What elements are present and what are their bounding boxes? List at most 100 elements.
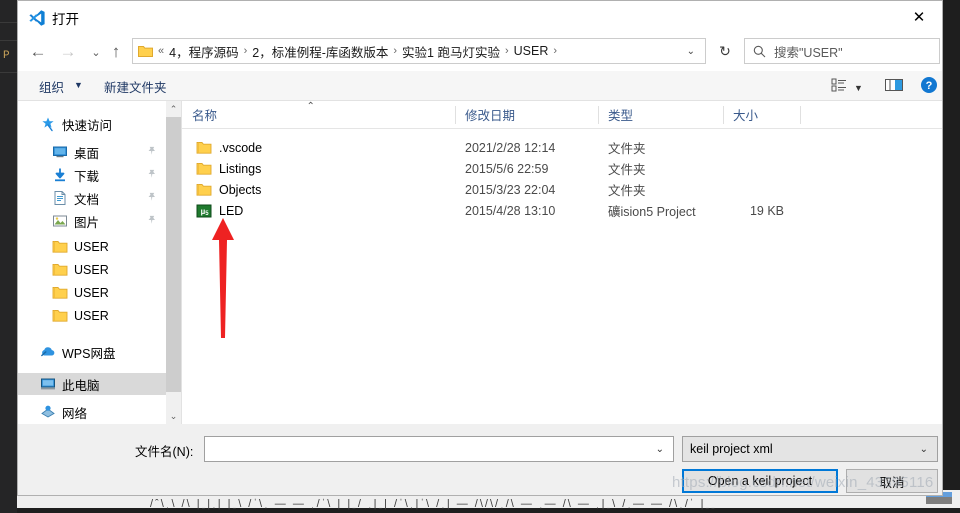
scroll-down-icon[interactable]: ⌄ xyxy=(166,408,181,424)
file-name-cell[interactable]: .vscode xyxy=(182,137,455,158)
forward-icon[interactable]: → xyxy=(54,38,82,66)
chevron-down-icon[interactable]: ▼ xyxy=(854,83,863,93)
dialog-content: 快速访问 桌面 下载 文档 图片 USER USER USER USER WPS网盘 此电脑 网络 ⌃… xyxy=(18,101,942,424)
up-icon[interactable]: ↑ xyxy=(102,38,130,66)
sidebar-item-10[interactable]: 此电脑 xyxy=(18,373,166,395)
table-row[interactable]: Listings 2015/5/6 22:59 文件夹 xyxy=(182,158,942,179)
folder-icon xyxy=(52,308,68,324)
sidebar-item-label: WPS网盘 xyxy=(62,346,116,361)
column-divider[interactable] xyxy=(455,106,456,124)
file-type-cell: 礦ision5 Project xyxy=(608,205,696,219)
file-modified-cell: 2021/2/28 12:14 xyxy=(465,140,556,155)
sidebar-item-9[interactable]: WPS网盘 xyxy=(18,341,166,363)
sidebar-item-label: USER xyxy=(74,286,109,300)
address-bar[interactable]: « 4，程序源码 › 2，标准例程-库函数版本 › 实验1 跑马灯实验 › US… xyxy=(132,38,706,64)
column-divider[interactable] xyxy=(723,106,724,124)
navigation-pane: 快速访问 桌面 下载 文档 图片 USER USER USER USER WPS网盘 此电脑 网络 xyxy=(18,101,166,424)
keil-uvision5-project-icon: µ5 xyxy=(196,203,212,219)
file-modified-cell: 2015/4/28 13:10 xyxy=(465,203,556,218)
breadcrumb-item-1[interactable]: 2，标准例程-库函数版本 xyxy=(252,42,388,61)
file-type-cell: 文件夹 xyxy=(608,163,646,177)
breadcrumb-item-0[interactable]: 4，程序源码 xyxy=(169,42,238,61)
filetype-combobox[interactable]: keil project xml ⌄ xyxy=(682,436,938,462)
sidebar-item-0[interactable]: 快速访问 xyxy=(18,113,166,135)
file-type-cell: 文件夹 xyxy=(608,184,646,198)
column-header-label: 类型 xyxy=(608,109,634,123)
back-icon[interactable]: ← xyxy=(24,38,52,66)
preview-pane-button[interactable] xyxy=(884,76,904,99)
sidebar-item-11[interactable]: 网络 xyxy=(18,401,166,423)
scrollbar-thumb[interactable] xyxy=(166,117,181,392)
dialog-title: 打开 xyxy=(52,12,79,27)
annotation-arrow xyxy=(212,218,234,338)
filetype-value: keil project xml xyxy=(690,442,773,456)
file-list-pane: 名称 ⌃ 修改日期 类型 大小 .vscode 2021/2/28 12:14 文件夹 Lis… xyxy=(182,101,942,424)
help-button[interactable]: ? xyxy=(920,76,938,99)
sidebar-item-4[interactable]: 图片 xyxy=(18,210,166,232)
pin-icon[interactable] xyxy=(146,191,158,203)
column-divider[interactable] xyxy=(800,106,801,124)
sidebar-item-1[interactable]: 桌面 xyxy=(18,141,166,163)
breadcrumb-sep-1: › xyxy=(393,45,398,57)
screen: P /ˆ\ˌ\ /\ |ˍ|ˌ| |ˍ\ /ˈ\ˌ — — ˌ/ˈ\ | |ˍ/… xyxy=(0,0,960,513)
column-header-label: 修改日期 xyxy=(465,109,516,123)
navigation-pane-scrollbar[interactable]: ⌃ ⌄ xyxy=(166,101,181,424)
sidebar-item-5[interactable]: USER xyxy=(18,236,166,258)
column-header-0[interactable]: 名称 xyxy=(182,101,455,128)
scroll-up-icon[interactable]: ⌃ xyxy=(166,101,181,117)
sidebar-item-2[interactable]: 下载 xyxy=(18,164,166,186)
refresh-button[interactable]: ↻ xyxy=(712,38,738,64)
folder-icon xyxy=(196,161,212,177)
sidebar-item-7[interactable]: USER xyxy=(18,282,166,304)
sidebar-item-3[interactable]: 文档 xyxy=(18,187,166,209)
column-header-label: 名称 xyxy=(192,109,218,123)
search-icon xyxy=(753,45,766,58)
column-divider[interactable] xyxy=(598,106,599,124)
new-folder-button[interactable]: 新建文件夹 xyxy=(104,77,167,96)
chevron-down-icon[interactable]: ⌄ xyxy=(656,444,664,455)
column-header-1[interactable]: 修改日期 xyxy=(455,101,598,128)
desktop-icon xyxy=(52,144,68,160)
file-name-label: .vscode xyxy=(219,140,263,155)
table-row[interactable]: Objects 2015/3/23 22:04 文件夹 xyxy=(182,179,942,200)
chevron-down-icon[interactable]: ▼ xyxy=(74,80,83,90)
chevron-down-icon[interactable]: ⌄ xyxy=(920,444,928,455)
pin-icon[interactable] xyxy=(146,145,158,157)
help-icon: ? xyxy=(920,76,938,99)
sidebar-item-label: USER xyxy=(74,309,109,323)
breadcrumb-item-3[interactable]: USER xyxy=(514,44,549,58)
sidebar-item-label: 下载 xyxy=(74,169,100,184)
pin-icon[interactable] xyxy=(146,214,158,226)
search-box[interactable]: 搜索"USER" xyxy=(744,38,940,64)
organize-button[interactable]: 组织 xyxy=(39,77,64,96)
preview-pane-icon xyxy=(884,76,904,99)
file-modified-cell: 2015/3/23 22:04 xyxy=(465,182,556,197)
column-header-label: 大小 xyxy=(733,109,759,123)
sidebar-item-label: 网络 xyxy=(62,406,88,421)
column-header-3[interactable]: 大小 xyxy=(723,101,800,128)
search-input[interactable]: 搜索"USER" xyxy=(774,42,843,61)
sidebar-item-6[interactable]: USER xyxy=(18,259,166,281)
table-row[interactable]: µ 5 LED 2015/4/28 13:10 礦ision5 Project 19 KB xyxy=(182,200,942,221)
command-bar: 组织 ▼ 新建文件夹 ▼ ? xyxy=(18,71,942,101)
file-name-cell[interactable]: Objects xyxy=(182,179,455,200)
chevron-down-icon[interactable]: ⌄ xyxy=(687,46,695,57)
open-file-dialog: 打开 ✕ ← → ⌄ ↑ « 4，程序源码 › 2，标准例程-库函数版本 › 实… xyxy=(17,0,943,496)
sidebar-item-label: 文档 xyxy=(74,192,100,207)
editor-gutter-char: P xyxy=(3,50,10,62)
navigation-bar: ← → ⌄ ↑ « 4，程序源码 › 2，标准例程-库函数版本 › 实验1 跑马… xyxy=(18,34,942,71)
column-header-2[interactable]: 类型 xyxy=(598,101,723,128)
pin-icon[interactable] xyxy=(146,168,158,180)
sidebar-item-8[interactable]: USER xyxy=(18,305,166,327)
network-icon xyxy=(40,404,56,420)
close-button[interactable]: ✕ xyxy=(896,1,942,33)
filename-input[interactable] xyxy=(205,441,656,457)
file-name-cell[interactable]: Listings xyxy=(182,158,455,179)
sidebar-item-label: 图片 xyxy=(74,215,100,230)
svg-text:?: ? xyxy=(926,80,933,92)
table-row[interactable]: .vscode 2021/2/28 12:14 文件夹 xyxy=(182,137,942,158)
document-icon xyxy=(52,190,68,206)
breadcrumb-item-2[interactable]: 实验1 跑马灯实验 xyxy=(402,42,500,61)
filename-combobox[interactable]: ⌄ xyxy=(204,436,674,462)
view-options-button[interactable]: ▼ xyxy=(830,76,863,99)
